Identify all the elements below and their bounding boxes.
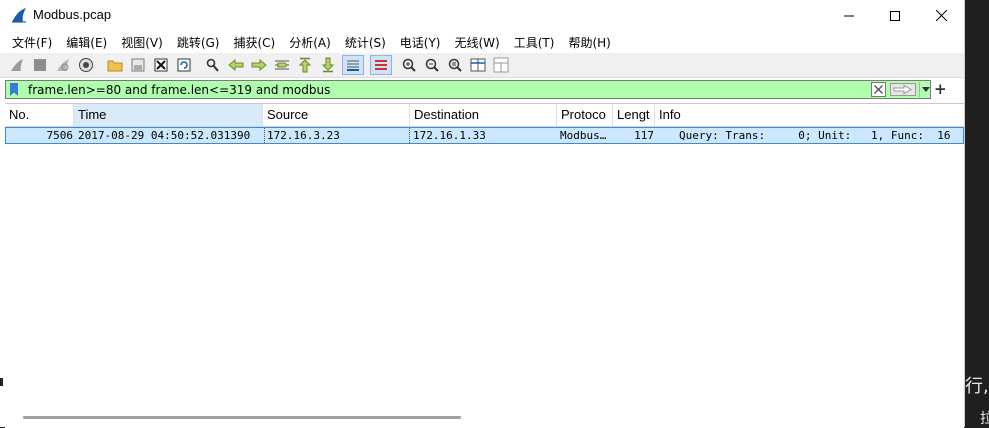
main-toolbar — [0, 53, 964, 78]
column-header-destination[interactable]: Destination — [410, 104, 557, 126]
close-icon — [935, 10, 947, 21]
display-filter-field — [5, 80, 931, 99]
colorize-icon[interactable] — [370, 55, 392, 75]
column-header-no[interactable]: No. — [5, 104, 74, 126]
chevron-down-icon — [922, 87, 930, 92]
cell-destination: 172.16.1.33 — [413, 129, 486, 142]
auto-scroll-icon[interactable] — [342, 55, 364, 75]
clear-filter-icon[interactable] — [871, 82, 886, 97]
last-packet-icon[interactable] — [319, 56, 337, 74]
capture-options-icon[interactable] — [77, 56, 95, 74]
find-packet-icon[interactable] — [204, 56, 222, 74]
go-forward-icon[interactable] — [250, 56, 268, 74]
apply-filter-icon[interactable] — [890, 83, 916, 96]
minimize-button[interactable] — [826, 0, 872, 31]
add-filter-button[interactable]: + — [934, 80, 947, 98]
menu-analyze[interactable]: 分析(A) — [282, 34, 338, 51]
menu-statistics[interactable]: 统计(S) — [338, 34, 393, 51]
minimize-icon — [844, 15, 854, 16]
cell-info: Query: Trans: 0; Unit: 1, Func: 16 — [679, 129, 951, 142]
table-row[interactable]: 7506 2017-08-29 04:50:52.031390 172.16.3… — [5, 127, 964, 144]
menu-edit[interactable]: 编辑(E) — [59, 34, 114, 51]
menu-wireless[interactable]: 无线(W) — [448, 34, 507, 51]
first-packet-icon[interactable] — [296, 56, 314, 74]
menu-telephony[interactable]: 电话(Y) — [393, 34, 448, 51]
menu-help[interactable]: 帮助(H) — [561, 34, 617, 51]
column-header-protocol[interactable]: Protoco — [557, 104, 613, 126]
background-text: 行, — [965, 376, 989, 397]
cell-no: 7506 — [46, 129, 74, 142]
column-header-source[interactable]: Source — [263, 104, 410, 126]
menu-capture[interactable]: 捕获(C) — [226, 34, 282, 51]
title-bar[interactable]: Modbus.pcap — [0, 0, 964, 31]
menu-tools[interactable]: 工具(T) — [507, 34, 562, 51]
background-edge — [0, 378, 3, 386]
start-capture-icon[interactable] — [8, 56, 26, 74]
stop-capture-icon[interactable] — [31, 56, 49, 74]
filter-history-dropdown[interactable] — [919, 82, 932, 97]
window-title: Modbus.pcap — [33, 7, 112, 22]
cell-time: 2017-08-29 04:50:52.031390 — [78, 129, 251, 142]
maximize-icon — [890, 10, 900, 21]
bookmark-icon[interactable] — [9, 83, 19, 96]
column-header-length[interactable]: Lengt — [613, 104, 655, 126]
display-filter-bar: + — [0, 78, 964, 101]
resize-columns-icon[interactable] — [469, 56, 487, 74]
go-to-packet-icon[interactable] — [273, 56, 291, 74]
column-header-time[interactable]: Time — [74, 104, 263, 126]
packet-list-header: No. Time Source Destination Protoco Leng… — [5, 104, 964, 127]
go-back-icon[interactable] — [227, 56, 245, 74]
packet-list: No. Time Source Destination Protoco Leng… — [5, 103, 964, 428]
wireshark-fin-icon — [12, 8, 26, 23]
cell-source: 172.16.3.23 — [264, 128, 410, 143]
normal-size-icon[interactable] — [446, 56, 464, 74]
restart-capture-icon[interactable] — [54, 56, 72, 74]
layout-icon[interactable] — [492, 56, 510, 74]
horizontal-scrollbar[interactable] — [23, 416, 461, 419]
menu-file[interactable]: 文件(F) — [5, 34, 59, 51]
display-filter-input[interactable] — [28, 81, 868, 98]
close-button[interactable] — [918, 0, 964, 31]
menu-go[interactable]: 跳转(G) — [170, 34, 227, 51]
background-text: 拉 — [980, 411, 989, 427]
zoom-in-icon[interactable] — [400, 56, 418, 74]
open-file-icon[interactable] — [106, 56, 124, 74]
reload-file-icon[interactable] — [175, 56, 193, 74]
zoom-out-icon[interactable] — [423, 56, 441, 74]
menu-bar: 文件(F) 编辑(E) 视图(V) 跳转(G) 捕获(C) 分析(A) 统计(S… — [0, 31, 964, 53]
cell-protocol: Modbus… — [560, 129, 607, 142]
maximize-button[interactable] — [872, 0, 918, 31]
menu-view[interactable]: 视图(V) — [114, 34, 170, 51]
wireshark-window: Modbus.pcap 文件(F) 编辑(E) 视图(V) 跳转(G) 捕获(C… — [0, 0, 965, 428]
cell-length: 117 — [634, 129, 654, 142]
column-header-info[interactable]: Info — [655, 104, 964, 126]
close-file-icon[interactable] — [152, 56, 170, 74]
save-file-icon[interactable] — [129, 56, 147, 74]
